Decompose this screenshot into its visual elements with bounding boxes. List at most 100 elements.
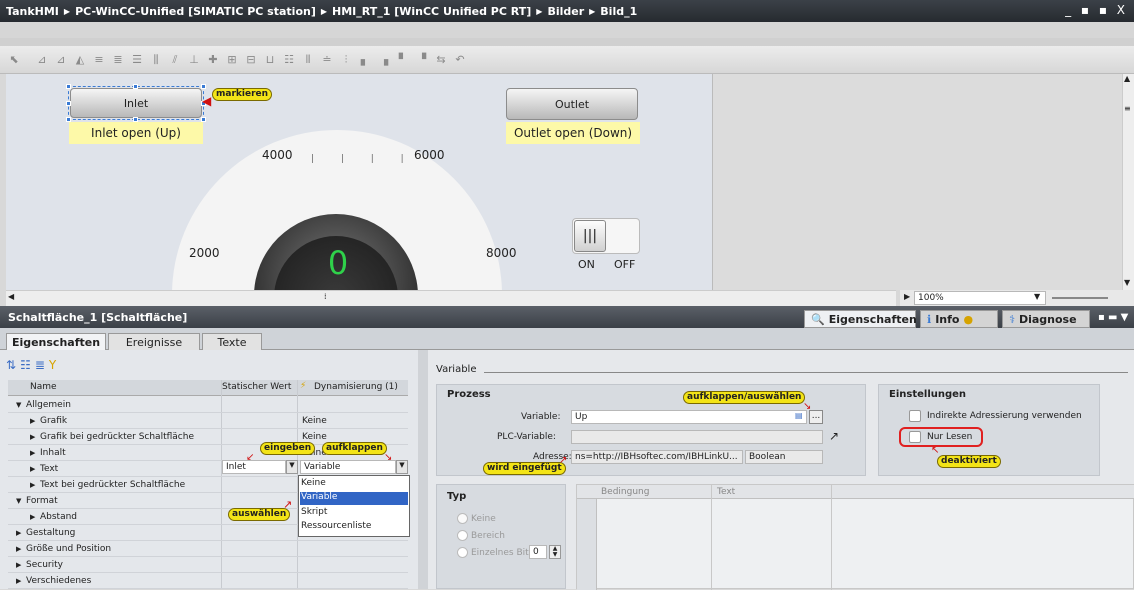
expand-down-icon[interactable]: ▼ xyxy=(16,497,21,505)
tab-texte[interactable]: Texte xyxy=(202,333,262,351)
layer-icon[interactable]: ⊔ xyxy=(262,52,278,68)
ungroup-icon[interactable]: ⊟ xyxy=(243,52,259,68)
stepper-icon[interactable]: ▲ ▼ xyxy=(549,545,561,559)
order-back-icon[interactable]: ⫴ xyxy=(300,52,316,68)
resize-handle[interactable] xyxy=(66,84,71,89)
tab-eigenschaften-panel[interactable]: 🔍 Eigenschaften xyxy=(804,310,917,328)
breadcrumb-bild[interactable]: Bild_1 xyxy=(600,5,637,18)
zoom-field[interactable]: 100% xyxy=(914,291,1046,305)
tab-eigenschaften[interactable]: Eigenschaften xyxy=(6,333,106,351)
property-row[interactable]: ▶ Verschiedenes xyxy=(8,573,408,589)
dyn-dropdown-icon[interactable]: ▼ xyxy=(396,460,408,474)
arrange-3-icon[interactable]: ▘ xyxy=(395,52,411,68)
goto-icon[interactable]: ↗ xyxy=(829,429,839,443)
header-dyn[interactable]: Dynamisierung (1) xyxy=(314,382,398,392)
scroll-grip-icon[interactable]: ≡ xyxy=(1124,104,1131,113)
variable-input[interactable]: Up xyxy=(571,410,807,424)
arrange-2-icon[interactable]: ▗ xyxy=(376,52,392,68)
align-top-icon[interactable]: ≡ xyxy=(91,52,107,68)
same-height-icon[interactable]: ✚ xyxy=(205,52,221,68)
panel-menu-icon[interactable]: ▪ ▬ ▼ xyxy=(1098,312,1128,323)
dynamization-select[interactable]: Variable xyxy=(300,460,396,474)
outlet-button[interactable]: Outlet xyxy=(506,88,638,120)
expand-right-icon[interactable]: ▶ xyxy=(30,465,35,473)
resize-handle[interactable] xyxy=(66,101,71,106)
static-dropdown-icon[interactable]: ▼ xyxy=(286,460,298,474)
expand-right-icon[interactable]: ▶ xyxy=(16,577,21,585)
header-static[interactable]: Statischer Wert xyxy=(222,382,291,392)
header-name[interactable]: Name xyxy=(30,382,57,392)
horizontal-scrollbar[interactable]: ◀ ⁞ xyxy=(6,290,896,306)
property-row[interactable]: ▶ Security xyxy=(8,557,408,573)
tree-view-icon[interactable]: ☷ xyxy=(20,358,35,372)
screen-canvas[interactable]: 0 2000 4000 6000 8000 | | | | Inlet Inle… xyxy=(6,74,712,290)
tab-ereignisse[interactable]: Ereignisse xyxy=(108,333,200,351)
type-radio-bereich[interactable] xyxy=(457,530,468,541)
dropdown-option-selected[interactable]: Variable xyxy=(300,492,408,505)
align-bottom-icon[interactable]: ☰ xyxy=(129,52,145,68)
type-radio-bit[interactable] xyxy=(457,547,468,558)
scroll-left-icon[interactable]: ◀ xyxy=(8,292,14,301)
expand-right-icon[interactable]: ▶ xyxy=(30,513,35,521)
dropdown-option[interactable]: Keine xyxy=(301,478,326,488)
condition-grid[interactable]: Bedingung Text xyxy=(576,484,1134,590)
breadcrumb-station[interactable]: PC-WinCC-Unified [SIMATIC PC station] xyxy=(75,5,316,18)
variable-list-icon[interactable]: ▤ xyxy=(795,411,803,420)
expand-right-icon[interactable]: ▶ xyxy=(16,545,21,553)
property-row[interactable]: ▶ Größe und Position xyxy=(8,541,408,557)
arrange-4-icon[interactable]: ▝ xyxy=(414,52,430,68)
property-row[interactable]: ▼ Allgemein xyxy=(8,397,408,413)
zoom-arrow-icon[interactable]: ▶ xyxy=(904,292,910,301)
scroll-thumb-icon[interactable]: ⁞ xyxy=(324,292,327,301)
expand-right-icon[interactable]: ▶ xyxy=(30,481,35,489)
property-row[interactable]: ▶ Grafik Keine xyxy=(8,413,408,429)
type-radio-keine[interactable] xyxy=(457,513,468,524)
breadcrumb-runtime[interactable]: HMI_RT_1 [WinCC Unified PC RT] xyxy=(332,5,531,18)
zoom-slider[interactable] xyxy=(1052,297,1108,299)
format-icon[interactable]: ⇆ xyxy=(433,52,449,68)
dropdown-option[interactable]: Skript xyxy=(301,507,327,517)
sort-icon[interactable]: ⇅ xyxy=(6,358,20,372)
rotate-icon[interactable]: ≐ xyxy=(319,52,335,68)
grid-header-condition[interactable]: Bedingung xyxy=(601,487,649,497)
list-view-icon[interactable]: ≣ xyxy=(35,358,49,372)
flip-icon[interactable]: ⫶ xyxy=(338,52,354,68)
variable-browse-button[interactable]: ... xyxy=(809,410,823,424)
resize-handle[interactable] xyxy=(201,84,206,89)
align-right-icon[interactable]: ◭ xyxy=(72,52,88,68)
tab-diagnose-panel[interactable]: ⚕ Diagnose xyxy=(1002,310,1090,328)
scroll-down-icon[interactable]: ▼ xyxy=(1124,278,1130,287)
dynamization-value[interactable]: Keine xyxy=(302,416,327,426)
splitter[interactable] xyxy=(418,350,428,589)
readonly-checkbox[interactable] xyxy=(909,431,921,443)
align-left-icon[interactable]: ⊿ xyxy=(34,52,50,68)
expand-right-icon[interactable]: ▶ xyxy=(30,433,35,441)
same-width-icon[interactable]: ⊥ xyxy=(186,52,202,68)
expand-right-icon[interactable]: ▶ xyxy=(30,449,35,457)
outlet-status-label[interactable]: Outlet open (Down) xyxy=(506,122,640,144)
resize-handle[interactable] xyxy=(133,84,138,89)
grid-header-text[interactable]: Text xyxy=(717,487,735,497)
expand-right-icon[interactable]: ▶ xyxy=(30,417,35,425)
scroll-up-icon[interactable]: ▲ xyxy=(1124,74,1130,83)
group-icon[interactable]: ⊞ xyxy=(224,52,240,68)
align-middle-icon[interactable]: ≣ xyxy=(110,52,126,68)
dynamization-dropdown[interactable]: Keine Variable Skript Ressourcenliste xyxy=(298,475,410,537)
dropdown-option[interactable]: Ressourcenliste xyxy=(301,521,371,531)
expand-right-icon[interactable]: ▶ xyxy=(16,561,21,569)
zoom-dropdown-icon[interactable]: ▼ xyxy=(1034,292,1040,301)
filter-icon[interactable]: Y xyxy=(49,358,60,372)
breadcrumb-project[interactable]: TankHMI xyxy=(6,5,59,18)
distribute-h-icon[interactable]: ⫼ xyxy=(148,52,164,68)
indirect-address-checkbox[interactable] xyxy=(909,410,921,422)
undo-format-icon[interactable]: ↶ xyxy=(452,52,468,68)
bit-number-input[interactable]: 0 xyxy=(529,545,547,559)
order-front-icon[interactable]: ☷ xyxy=(281,52,297,68)
expand-down-icon[interactable]: ▼ xyxy=(16,401,21,409)
vertical-scrollbar[interactable]: ▲ ≡ ▼ xyxy=(1122,74,1134,290)
pointer-icon[interactable]: ⬉ xyxy=(6,52,22,68)
expand-right-icon[interactable]: ▶ xyxy=(16,529,21,537)
distribute-v-icon[interactable]: ⫽ xyxy=(167,52,183,68)
window-controls[interactable]: _ ▪ ▪ X xyxy=(1065,3,1128,17)
dynamization-value[interactable]: Keine xyxy=(302,432,327,442)
